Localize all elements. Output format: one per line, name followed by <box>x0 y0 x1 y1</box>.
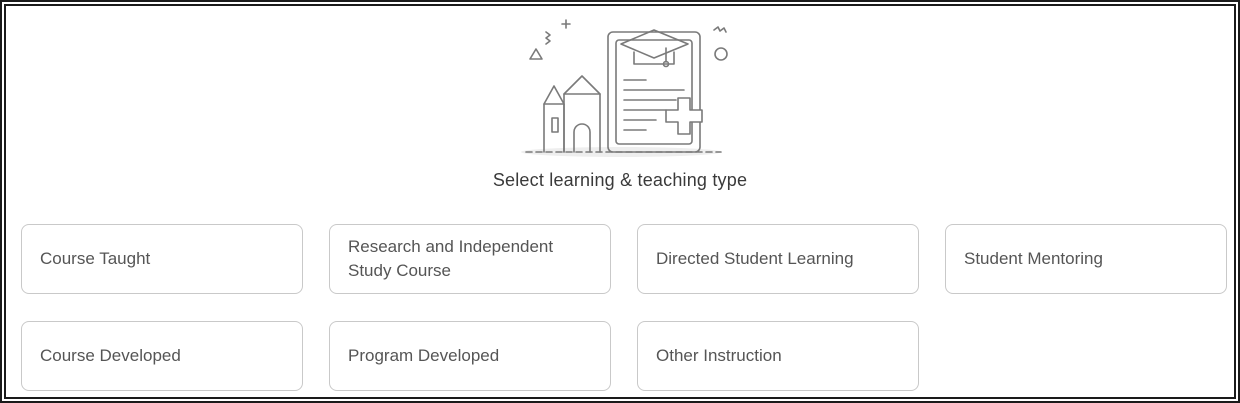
option-course-developed[interactable]: Course Developed <box>21 321 303 391</box>
dialog-frame: Select learning & teaching type Course T… <box>0 0 1240 403</box>
page-title: Select learning & teaching type <box>492 170 748 190</box>
option-program-developed[interactable]: Program Developed <box>329 321 611 391</box>
option-research-independent-study[interactable]: Research and Independent Study Course <box>329 224 611 294</box>
option-course-taught[interactable]: Course Taught <box>21 224 303 294</box>
option-directed-student-learning[interactable]: Directed Student Learning <box>637 224 919 294</box>
option-student-mentoring[interactable]: Student Mentoring <box>945 224 1227 294</box>
option-other-instruction[interactable]: Other Instruction <box>637 321 919 391</box>
education-document-icon <box>521 19 728 157</box>
